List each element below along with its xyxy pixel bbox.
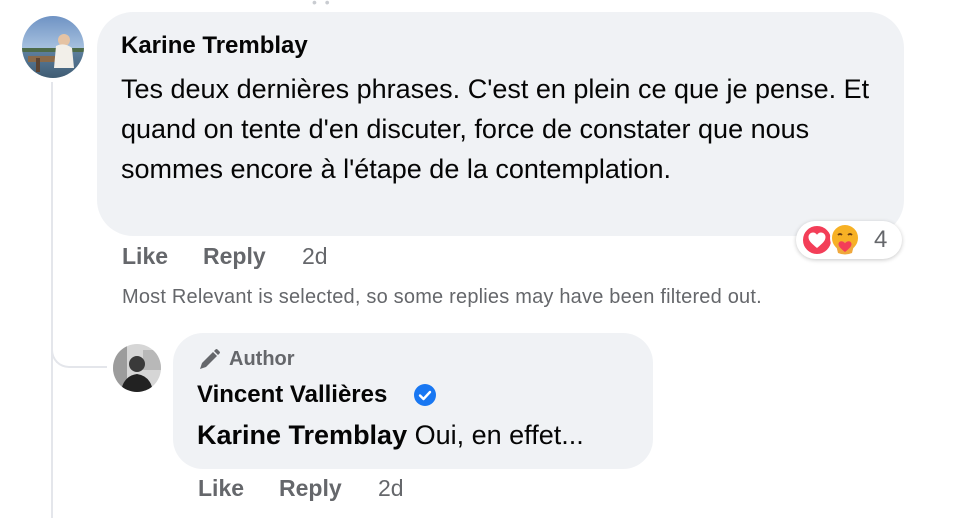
reply-reply-button[interactable]: Reply: [279, 475, 342, 502]
author-badge-label: Author: [229, 348, 295, 370]
avatar[interactable]: [113, 344, 161, 392]
truncated-content-dots: • •: [312, 0, 332, 10]
care-icon: [830, 223, 860, 255]
comment-text: Tes deux dernières phrases. C'est en ple…: [121, 74, 870, 184]
avatar[interactable]: [22, 16, 84, 78]
like-button[interactable]: Like: [122, 243, 168, 270]
comment-timestamp[interactable]: 2d: [302, 243, 328, 270]
mention-link[interactable]: Karine Tremblay: [197, 420, 407, 450]
reply-timestamp[interactable]: 2d: [378, 475, 404, 502]
thread-line: [51, 82, 53, 518]
reply-bubble: Author Vincent Vallières Karine Tremblay…: [173, 333, 653, 469]
reply-body: Oui, en effet...: [414, 420, 584, 450]
thread-line-branch: [51, 320, 107, 368]
reaction-count: 4: [874, 226, 888, 253]
verified-badge-icon: [414, 384, 436, 406]
filter-notice: Most Relevant is selected, so some repli…: [122, 286, 762, 308]
reply-like-button[interactable]: Like: [198, 475, 244, 502]
reactions-summary[interactable]: 4: [796, 221, 902, 259]
reply-author-name[interactable]: Vincent Vallières: [197, 381, 387, 409]
reply-text: Karine Tremblay Oui, en effet...: [197, 417, 584, 453]
pen-icon: [200, 349, 220, 369]
comment-bubble: Karine Tremblay Tes deux dernières phras…: [97, 12, 904, 236]
comment-author-name[interactable]: Karine Tremblay: [121, 32, 308, 60]
reply-button[interactable]: Reply: [203, 243, 266, 270]
